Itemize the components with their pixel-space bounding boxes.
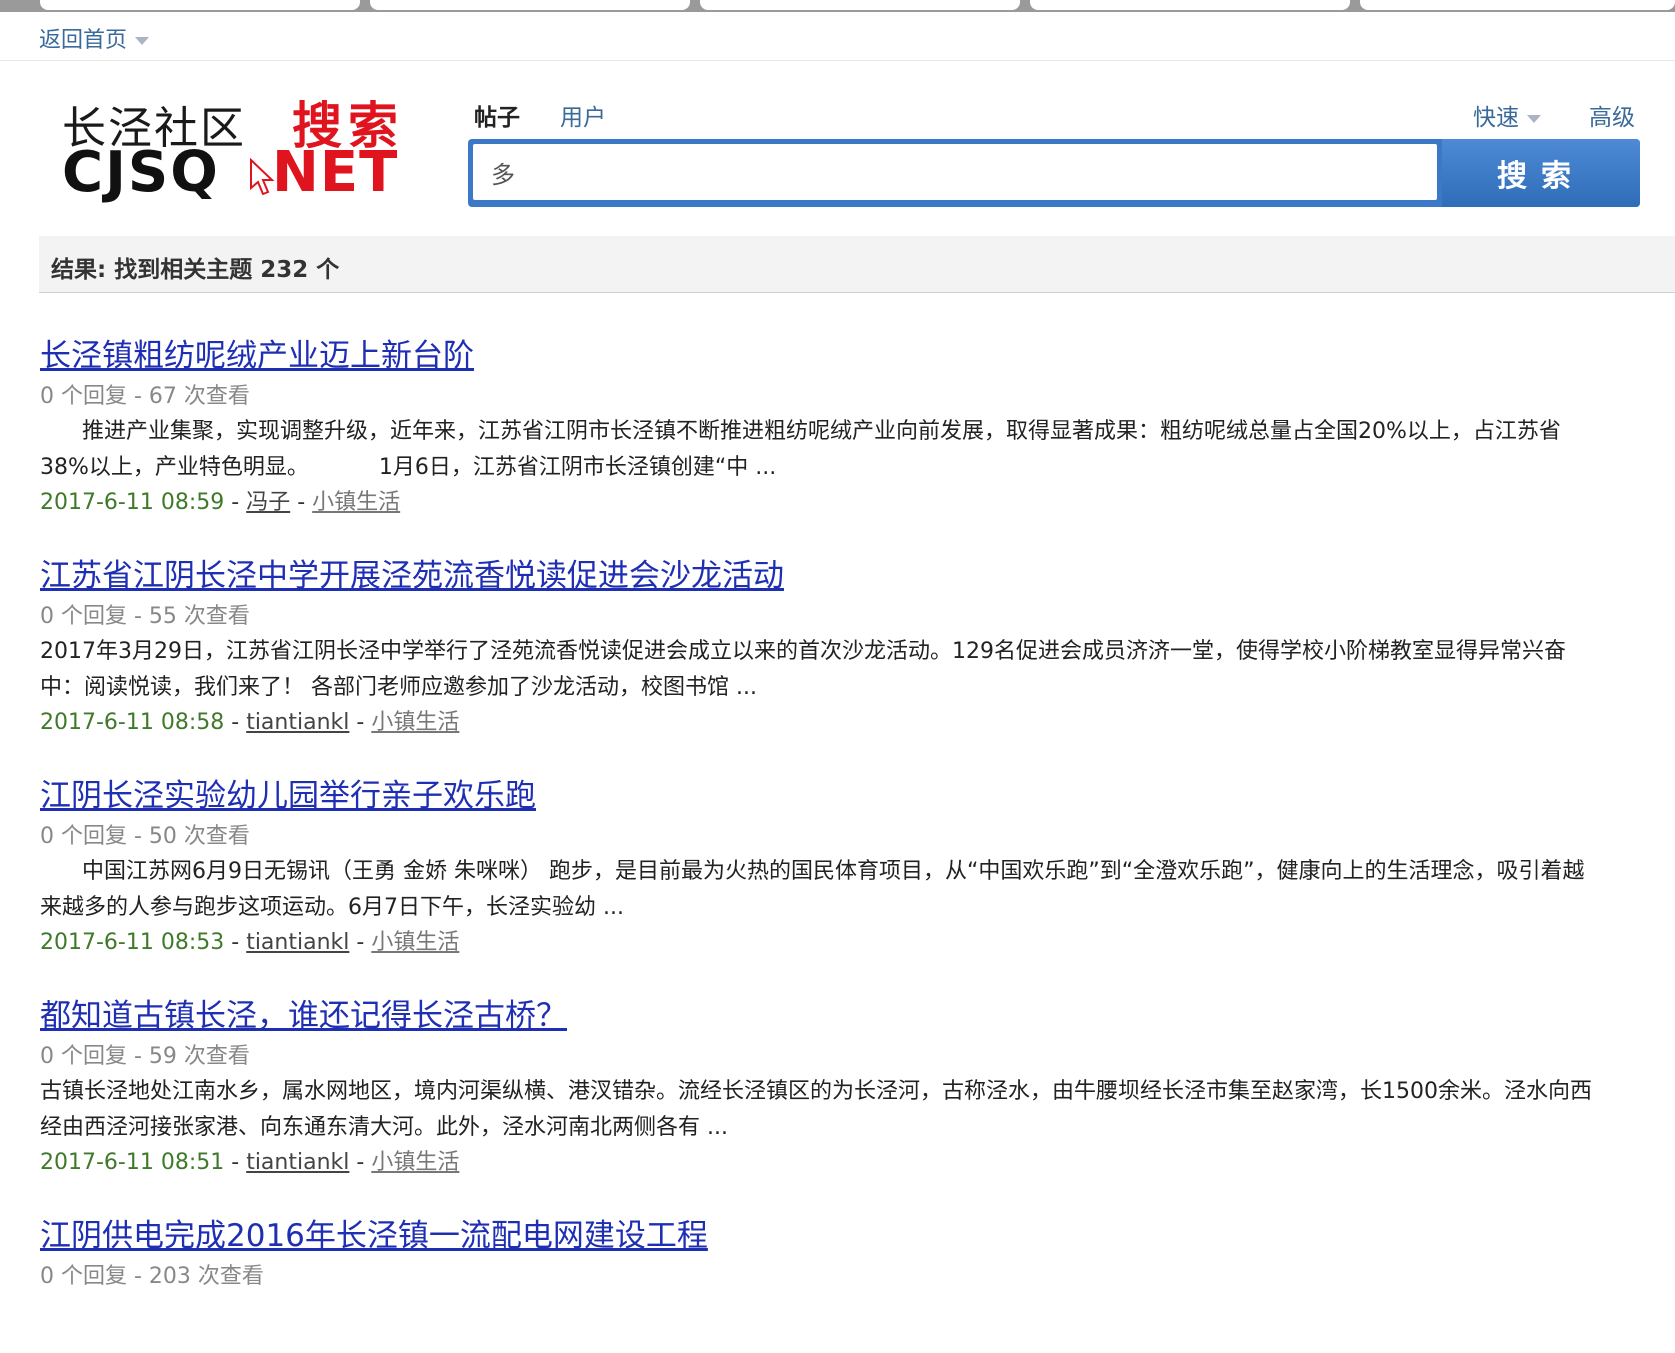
result-summary: 古镇长泾地处江南水乡，属水网地区，境内河渠纵横、港汊错杂。流经长泾镇区的为长泾河… bbox=[40, 1079, 1592, 1140]
chevron-down-icon bbox=[1527, 114, 1541, 123]
result-stats: 0 个回复 - 55 次查看 bbox=[40, 604, 250, 629]
browser-tab[interactable] bbox=[370, 0, 690, 10]
browser-tab[interactable] bbox=[1360, 0, 1675, 10]
result-stats: 0 个回复 - 59 次查看 bbox=[40, 1044, 250, 1069]
result-meta: 2017-6-11 08:53 - tiantiankl - 小镇生活 bbox=[40, 930, 460, 955]
result-forum-link[interactable]: 小镇生活 bbox=[371, 710, 459, 735]
logo-en-left: CJSQ bbox=[62, 140, 220, 205]
result-stats: 0 个回复 - 50 次查看 bbox=[40, 824, 250, 849]
result-item: 长泾镇粗纺呢绒产业迈上新台阶 0 个回复 - 67 次查看 推进产业集聚，实现调… bbox=[40, 336, 1600, 520]
result-meta: 2017-6-11 08:51 - tiantiankl - 小镇生活 bbox=[40, 1150, 460, 1175]
result-summary: 推进产业集聚，实现调整升级，近年来，江苏省江阴市长泾镇不断推进粗纺呢绒产业向前发… bbox=[40, 419, 1561, 480]
result-item: 江苏省江阴长泾中学开展泾苑流香悦读促进会沙龙活动 0 个回复 - 55 次查看 … bbox=[40, 556, 1600, 740]
result-summary: 中国江苏网6月9日无锡讯（王勇 金娇 朱咪咪） 跑步，是目前最为火热的国民体育项… bbox=[40, 859, 1585, 920]
browser-tab[interactable] bbox=[700, 0, 1020, 10]
result-stats: 0 个回复 - 67 次查看 bbox=[40, 384, 250, 409]
browser-tab[interactable] bbox=[1030, 0, 1350, 10]
quick-search-dropdown[interactable]: 快速 bbox=[1473, 98, 1541, 132]
result-item: 江阴长泾实验幼儿园举行亲子欢乐跑 0 个回复 - 50 次查看 中国江苏网6月9… bbox=[40, 776, 1600, 960]
result-forum-link[interactable]: 小镇生活 bbox=[371, 930, 459, 955]
result-date: 2017-6-11 08:53 bbox=[40, 930, 225, 955]
site-logo[interactable]: 长泾社区 搜索 CJSQ NET bbox=[62, 92, 422, 205]
search-button[interactable]: 搜索 bbox=[1442, 139, 1640, 207]
tab-posts[interactable]: 帖子 bbox=[474, 98, 520, 132]
result-item: 都知道古镇长泾，谁还记得长泾古桥？ 0 个回复 - 59 次查看 古镇长泾地处江… bbox=[40, 996, 1600, 1180]
result-summary: 2017年3月29日，江苏省江阴长泾中学举行了泾苑流香悦读促进会成立以来的首次沙… bbox=[40, 639, 1566, 700]
result-author-link[interactable]: 冯子 bbox=[246, 490, 290, 515]
result-author-link[interactable]: tiantiankl bbox=[246, 710, 349, 735]
result-title-link[interactable]: 长泾镇粗纺呢绒产业迈上新台阶 bbox=[40, 336, 474, 376]
home-link[interactable]: 返回首页 bbox=[39, 22, 150, 54]
results-count-text: 结果: 找到相关主题 232 个 bbox=[51, 257, 340, 283]
browser-tab[interactable] bbox=[40, 0, 360, 10]
home-link-label: 返回首页 bbox=[39, 28, 128, 53]
search-input[interactable] bbox=[473, 144, 1437, 200]
search-box: 搜索 bbox=[468, 139, 1640, 207]
result-title-link[interactable]: 江阴长泾实验幼儿园举行亲子欢乐跑 bbox=[40, 776, 536, 816]
result-author-link[interactable]: tiantiankl bbox=[246, 930, 349, 955]
chevron-down-icon bbox=[135, 37, 150, 45]
result-title-link[interactable]: 都知道古镇长泾，谁还记得长泾古桥？ bbox=[40, 996, 567, 1036]
result-title-link[interactable]: 江苏省江阴长泾中学开展泾苑流香悦读促进会沙龙活动 bbox=[40, 556, 784, 596]
quick-search-label: 快速 bbox=[1473, 105, 1519, 131]
result-stats: 0 个回复 - 203 次查看 bbox=[40, 1264, 264, 1289]
result-date: 2017-6-11 08:51 bbox=[40, 1150, 225, 1175]
result-date: 2017-6-11 08:59 bbox=[40, 490, 225, 515]
result-date: 2017-6-11 08:58 bbox=[40, 710, 225, 735]
top-bar: 返回首页 bbox=[0, 12, 1675, 61]
result-forum-link[interactable]: 小镇生活 bbox=[371, 1150, 459, 1175]
result-meta: 2017-6-11 08:58 - tiantiankl - 小镇生活 bbox=[40, 710, 460, 735]
result-meta: 2017-6-11 08:59 - 冯子 - 小镇生活 bbox=[40, 490, 401, 515]
results-summary-bar: 结果: 找到相关主题 232 个 bbox=[39, 236, 1675, 293]
result-forum-link[interactable]: 小镇生活 bbox=[312, 490, 400, 515]
tab-users[interactable]: 用户 bbox=[560, 98, 606, 132]
result-author-link[interactable]: tiantiankl bbox=[246, 1150, 349, 1175]
advanced-search-link[interactable]: 高级 bbox=[1589, 98, 1635, 132]
logo-en-right: NET bbox=[272, 140, 399, 205]
result-item: 江阴供电完成2016年长泾镇一流配电网建设工程 0 个回复 - 203 次查看 bbox=[40, 1216, 1600, 1292]
browser-tab-strip bbox=[0, 0, 1675, 12]
result-title-link[interactable]: 江阴供电完成2016年长泾镇一流配电网建设工程 bbox=[40, 1216, 708, 1256]
